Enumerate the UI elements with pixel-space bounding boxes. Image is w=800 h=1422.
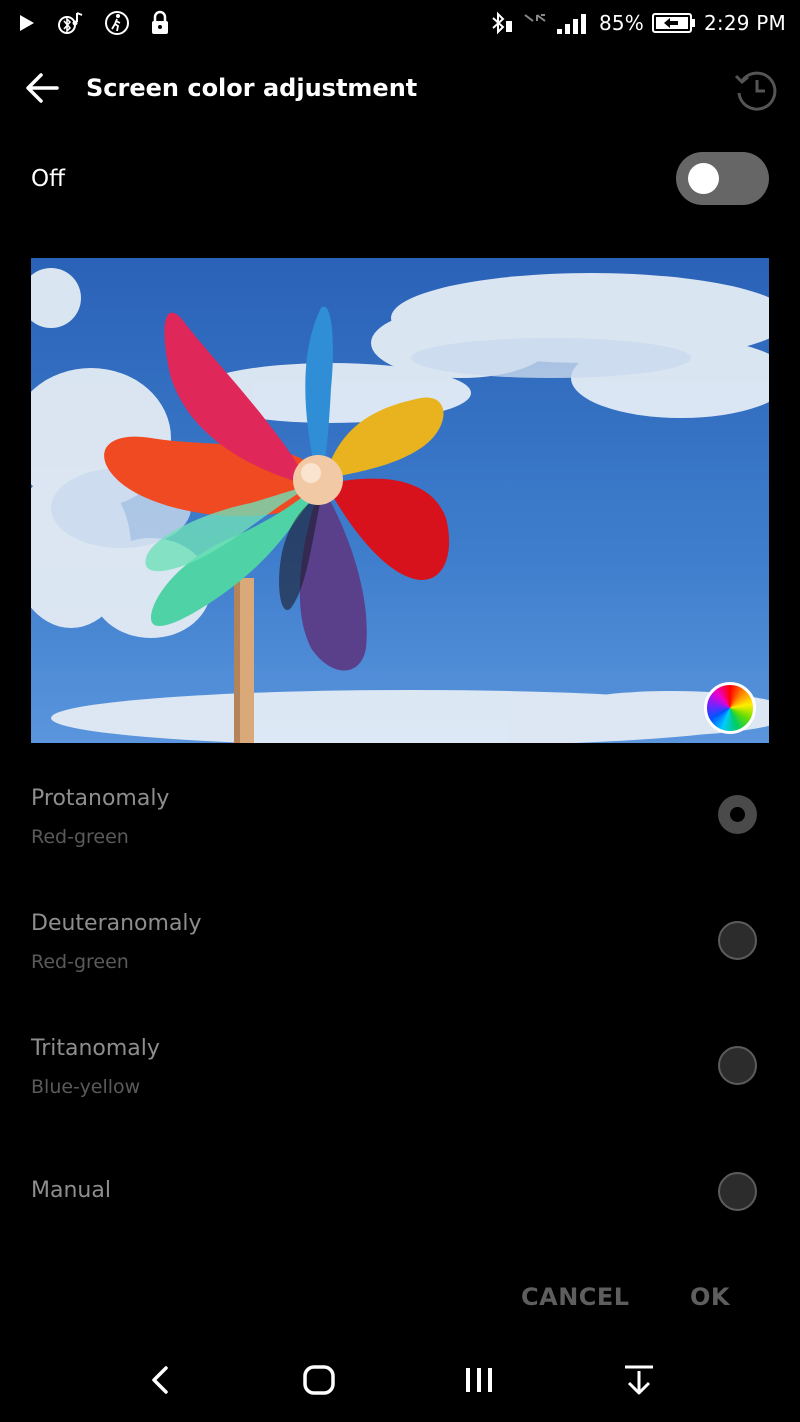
- status-notifications: [18, 8, 170, 38]
- clock: 2:29 PM: [704, 11, 786, 35]
- toggle-label: Off: [31, 166, 65, 192]
- home-button[interactable]: [294, 1360, 344, 1404]
- reset-history-button[interactable]: [730, 66, 782, 118]
- radio-deuteranomaly[interactable]: [718, 921, 757, 960]
- bluetooth-icon: [489, 11, 515, 35]
- option-tritanomaly[interactable]: Tritanomaly Blue-yellow: [0, 1020, 800, 1120]
- radio-tritanomaly[interactable]: [718, 1046, 757, 1085]
- history-icon: [733, 67, 779, 117]
- option-label: Protanomaly: [31, 786, 170, 811]
- color-wheel-icon[interactable]: [704, 682, 756, 734]
- bluetooth-music-icon: [56, 11, 84, 35]
- navigation-bar: [0, 1340, 800, 1422]
- battery-icon: [652, 11, 696, 35]
- ok-button[interactable]: OK: [690, 1283, 730, 1311]
- app-bar: Screen color adjustment: [0, 56, 800, 126]
- status-system: 85% 2:29 PM: [489, 8, 786, 38]
- back-button[interactable]: [20, 70, 64, 110]
- radio-protanomaly[interactable]: [718, 795, 757, 834]
- recents-button[interactable]: [454, 1360, 504, 1404]
- preview-image: [31, 258, 769, 743]
- option-label: Manual: [31, 1178, 111, 1203]
- master-toggle-row[interactable]: Off: [0, 148, 800, 212]
- radio-manual[interactable]: [718, 1172, 757, 1211]
- option-protanomaly[interactable]: Protanomaly Red-green: [0, 770, 800, 870]
- page-title: Screen color adjustment: [86, 74, 418, 102]
- status-bar: 85% 2:29 PM: [0, 0, 800, 48]
- option-subtitle: Red-green: [31, 826, 129, 848]
- back-nav-icon: [148, 1364, 172, 1400]
- home-icon: [302, 1364, 336, 1400]
- option-manual[interactable]: Manual: [0, 1150, 800, 1250]
- master-switch[interactable]: [676, 152, 769, 205]
- battery-percent: 85%: [598, 11, 644, 35]
- option-subtitle: Red-green: [31, 951, 129, 973]
- hide-nav-icon: [622, 1363, 656, 1401]
- signal-icon: [555, 11, 591, 35]
- lock-icon: [150, 10, 170, 36]
- no-data-icon: [523, 11, 547, 35]
- switch-knob: [688, 163, 719, 194]
- option-label: Deuteranomaly: [31, 911, 202, 936]
- recents-icon: [462, 1364, 496, 1400]
- walking-icon: [104, 10, 130, 36]
- pinwheel-photo: [31, 258, 769, 743]
- option-subtitle: Blue-yellow: [31, 1076, 141, 1098]
- option-deuteranomaly[interactable]: Deuteranomaly Red-green: [0, 895, 800, 995]
- option-label: Tritanomaly: [31, 1036, 160, 1061]
- cancel-button[interactable]: CANCEL: [521, 1283, 630, 1311]
- back-nav-button[interactable]: [135, 1360, 185, 1404]
- play-icon: [18, 13, 36, 33]
- hide-nav-button[interactable]: [614, 1360, 664, 1404]
- arrow-left-icon: [24, 72, 60, 108]
